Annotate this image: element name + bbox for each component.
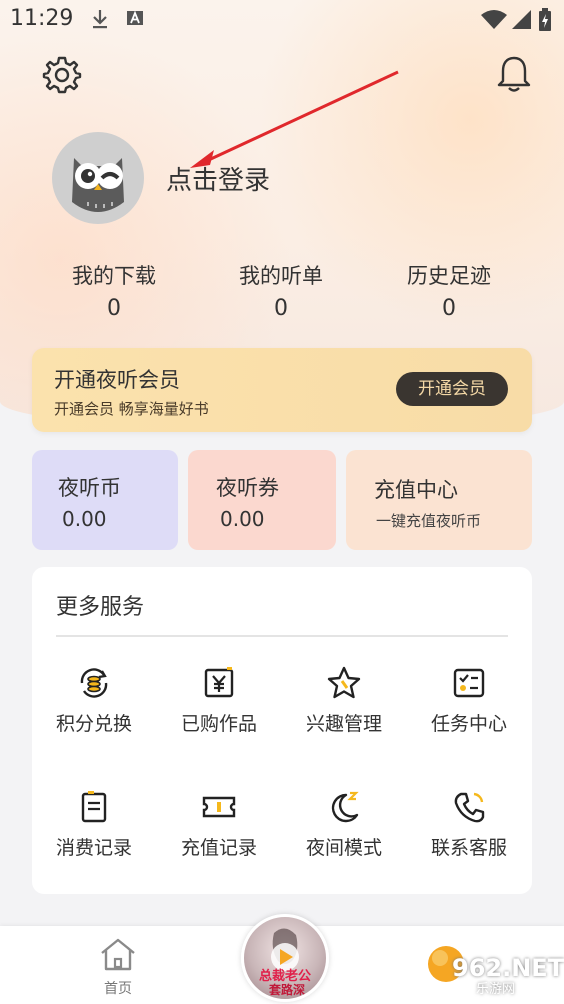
signal-icon xyxy=(512,10,531,29)
task-icon xyxy=(453,668,485,698)
service-label: 任务中心 xyxy=(430,713,507,735)
service-label: 消费记录 xyxy=(55,837,132,859)
recharge-card[interactable]: 充值中心 一键充值夜听币 xyxy=(346,450,532,550)
service-recharge-records[interactable]: 充值记录 xyxy=(157,789,281,889)
wifi-icon xyxy=(481,10,507,29)
coins-title: 夜听币 xyxy=(58,476,121,500)
bell-icon[interactable] xyxy=(494,54,534,94)
stat-label: 我的下载 xyxy=(72,264,156,288)
stat-label: 历史足迹 xyxy=(407,264,491,288)
points-exchange-icon xyxy=(80,668,108,698)
stat-history[interactable]: 历史足迹 0 xyxy=(359,260,539,321)
service-label: 充值记录 xyxy=(180,837,257,859)
open-vip-button[interactable]: 开通会员 xyxy=(396,372,508,406)
status-bar: 11:29 xyxy=(0,0,564,40)
ticket-icon xyxy=(202,796,236,818)
keyboard-status-icon xyxy=(127,10,143,25)
service-interests[interactable]: 兴趣管理 xyxy=(282,665,406,765)
service-label: 积分兑换 xyxy=(55,713,132,735)
service-points-exchange[interactable]: 积分兑换 xyxy=(32,665,156,765)
coins-card[interactable]: 夜听币 0.00 xyxy=(32,450,178,550)
coupons-card[interactable]: 夜听券 0.00 xyxy=(188,450,336,550)
nav-home[interactable]: 首页 xyxy=(86,936,150,998)
cover-title-line2: 套路深 xyxy=(268,983,305,997)
nav-home-label: 首页 xyxy=(104,981,132,997)
moon-icon xyxy=(331,791,359,823)
service-spending-records[interactable]: 消费记录 xyxy=(32,789,156,889)
divider xyxy=(56,635,508,637)
coupons-value: 0.00 xyxy=(220,507,265,531)
receipt-icon xyxy=(81,791,107,823)
service-label: 已购作品 xyxy=(180,713,257,735)
recharge-subtitle: 一键充值夜听币 xyxy=(376,512,482,530)
service-label: 夜间模式 xyxy=(305,837,382,859)
services-title: 更多服务 xyxy=(56,595,145,620)
download-status-icon xyxy=(93,10,107,29)
recharge-title: 充值中心 xyxy=(374,478,458,502)
status-time: 11:29 xyxy=(10,6,74,31)
annotation-arrow xyxy=(190,70,399,168)
service-night-mode[interactable]: 夜间模式 xyxy=(282,789,406,889)
stat-value: 0 xyxy=(107,296,121,321)
watermark-subtext: 乐游网 xyxy=(476,982,516,997)
owl-avatar-icon xyxy=(72,158,124,212)
coupons-title: 夜听券 xyxy=(216,476,279,500)
coins-value: 0.00 xyxy=(62,507,107,531)
phone-icon xyxy=(454,792,485,823)
service-label: 兴趣管理 xyxy=(305,713,382,735)
vip-subtitle: 开通会员 畅享海量好书 xyxy=(54,400,209,418)
stat-value: 0 xyxy=(274,296,288,321)
services-panel: 更多服务 积分兑换 已购作品 兴趣管理 任务中心 消费记录 充值记录 夜间模式 … xyxy=(32,567,532,894)
stat-label: 我的听单 xyxy=(239,264,323,288)
home-icon xyxy=(101,938,135,971)
star-icon xyxy=(327,666,361,699)
stat-downloads[interactable]: 我的下载 0 xyxy=(24,260,204,321)
stat-value: 0 xyxy=(442,296,456,321)
stat-playlists[interactable]: 我的听单 0 xyxy=(191,260,371,321)
battery-icon xyxy=(539,8,551,31)
avatar[interactable] xyxy=(52,132,144,224)
purchased-icon xyxy=(204,667,234,698)
vip-card[interactable]: 开通夜听会员 开通会员 畅享海量好书 开通会员 xyxy=(32,348,532,432)
service-tasks[interactable]: 任务中心 xyxy=(407,665,531,765)
service-customer-support[interactable]: 联系客服 xyxy=(407,789,531,889)
service-purchased[interactable]: 已购作品 xyxy=(157,665,281,765)
gear-icon[interactable] xyxy=(42,54,82,94)
player-disc-button[interactable]: 总裁老公 套路深 xyxy=(241,914,329,1002)
stats-row: 我的下载 0 我的听单 0 历史足迹 0 xyxy=(0,260,564,330)
service-label: 联系客服 xyxy=(430,837,507,859)
vip-title: 开通夜听会员 xyxy=(54,368,180,392)
